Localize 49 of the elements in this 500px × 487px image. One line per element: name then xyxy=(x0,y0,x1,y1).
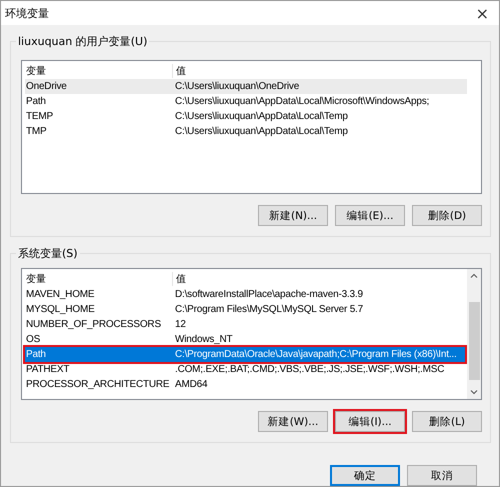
list-row[interactable]: TEMP C:\Users\liuxuquan\AppData\Local\Temp xyxy=(25,109,467,124)
list-row[interactable]: PATHEXT .COM;.EXE;.BAT;.CMD;.VBS;.VBE;.JS;.JSE;.WSF;.WSH;.MSC xyxy=(25,362,465,377)
variable-name: TEMP xyxy=(25,111,54,122)
list-row[interactable]: OneDrive C:\Users\liuxuquan\OneDrive xyxy=(25,79,467,94)
dialog-button[interactable]: 删除(D) xyxy=(412,205,482,226)
list-row[interactable]: OS Windows_NT xyxy=(25,332,465,347)
column-header[interactable]: 变量 xyxy=(25,272,172,286)
variable-name: Path xyxy=(25,349,47,360)
list-row[interactable]: PROCESSOR_ARCHITECTURE AMD64 xyxy=(25,377,465,392)
variable-value: D:\softwareInstallPlace\apache-maven-3.3.9 xyxy=(174,289,364,300)
variable-name: OS xyxy=(25,334,42,345)
list-row[interactable]: TMP C:\Users\liuxuquan\AppData\Local\Temp xyxy=(25,124,467,139)
dialog-button[interactable]: 删除(L) xyxy=(412,411,482,432)
list-row[interactable]: NUMBER_OF_PROCESSORS 12 xyxy=(25,317,465,332)
dialog-button[interactable]: 取消 xyxy=(407,465,477,486)
list-row[interactable]: Path C:\ProgramData\Oracle\Java\javapath;C:\Program Files (x86)\Int... xyxy=(25,347,465,362)
column-header[interactable]: 变量 xyxy=(25,64,172,78)
variable-value: C:\Users\liuxuquan\AppData\Local\Temp xyxy=(174,111,349,122)
variable-value: Windows_NT xyxy=(174,334,234,345)
variable-value: AMD64 xyxy=(174,379,208,390)
variable-value: C:\Users\liuxuquan\AppData\Local\Temp xyxy=(174,126,349,137)
variable-value: C:\Program Files\MySQL\MySQL Server 5.7 xyxy=(174,304,364,315)
variable-name: PROCESSOR_ARCHITECTURE xyxy=(25,379,170,390)
dialog-button[interactable]: 编辑(I)... xyxy=(335,411,405,432)
dialog-button[interactable]: 编辑(E)... xyxy=(335,205,405,226)
column-header[interactable]: 值 xyxy=(172,64,467,78)
variable-name: MAVEN_HOME xyxy=(25,289,96,300)
list-row[interactable]: Path C:\Users\liuxuquan\AppData\Local\Microsoft\WindowsApps; xyxy=(25,94,467,109)
group-label: liuxuquan 的用户变量(U) xyxy=(16,34,150,49)
variable-value: C:\Users\liuxuquan\OneDrive xyxy=(174,81,300,92)
close-button[interactable]: × xyxy=(472,4,493,22)
window-title: 环境变量 xyxy=(5,6,49,20)
list-row[interactable]: MYSQL_HOME C:\Program Files\MySQL\MySQL Server 5.7 xyxy=(25,302,465,317)
variable-value: C:\ProgramData\Oracle\Java\javapath;C:\Program Files (x86)\Int... xyxy=(174,349,458,360)
group-label: 系统变量(S) xyxy=(16,246,80,261)
variable-name: TMP xyxy=(25,126,48,137)
column-header[interactable]: 值 xyxy=(172,272,465,286)
variable-value: .COM;.EXE;.BAT;.CMD;.VBS;.VBE;.JS;.JSE;.WSF;.WSH;.MSC xyxy=(174,364,446,375)
list-row[interactable]: MAVEN_HOME D:\softwareInstallPlace\apache-maven-3.3.9 xyxy=(25,287,465,302)
variable-name: PATHEXT xyxy=(25,364,70,375)
dialog-button[interactable]: 新建(W)... xyxy=(258,411,328,432)
variable-name: NUMBER_OF_PROCESSORS xyxy=(25,319,162,330)
variable-name: OneDrive xyxy=(25,81,68,92)
dialog-button[interactable]: 新建(N)... xyxy=(258,205,328,226)
dialog-button[interactable]: 确定 xyxy=(330,465,400,486)
variable-name: Path xyxy=(25,96,47,107)
variable-value: 12 xyxy=(174,319,187,330)
variable-value: C:\Users\liuxuquan\AppData\Local\Microsoft\WindowsApps; xyxy=(174,96,430,107)
variable-name: MYSQL_HOME xyxy=(25,304,96,315)
